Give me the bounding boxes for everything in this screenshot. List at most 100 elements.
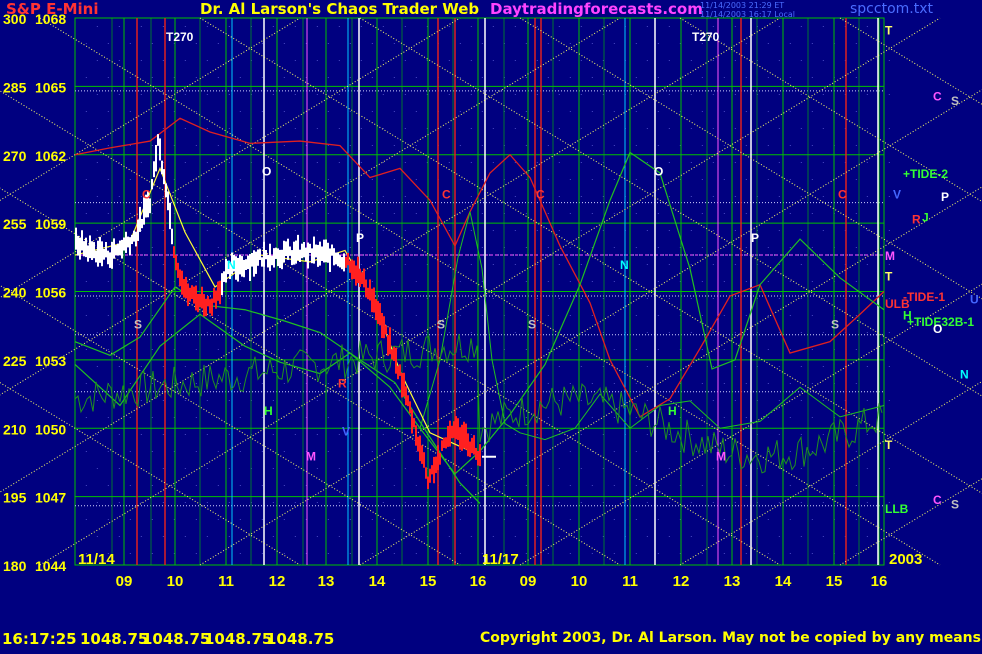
- grid-dot: [272, 162, 274, 163]
- grid-dot: [690, 468, 692, 469]
- grid-dot: [459, 281, 461, 282]
- site-url-link[interactable]: Daytradingforecasts.com: [490, 0, 703, 18]
- grid-dot: [701, 417, 703, 418]
- grid-dot: [239, 281, 241, 282]
- grid-dot: [767, 111, 769, 112]
- grid-dot: [613, 213, 615, 214]
- grid-dot: [327, 179, 329, 180]
- grid-dot: [382, 536, 384, 537]
- grid-dot: [767, 417, 769, 418]
- grid-dot: [723, 417, 725, 418]
- grid-dot: [349, 281, 351, 282]
- grid-dot: [349, 451, 351, 452]
- grid-dot: [723, 77, 725, 78]
- grid-dot: [745, 417, 747, 418]
- grid-dot: [195, 553, 197, 554]
- grid-dot: [789, 349, 791, 350]
- grid-dot: [184, 332, 186, 333]
- x-tick-label: 09: [116, 573, 133, 590]
- grid-dot: [723, 485, 725, 486]
- grid-dot: [85, 417, 87, 418]
- grid-dot: [701, 111, 703, 112]
- grid-dot: [514, 502, 516, 503]
- grid-dot: [580, 196, 582, 197]
- grid-dot: [228, 468, 230, 469]
- update-timestamp-et: 11/14/2003 21:29 ET: [700, 1, 785, 10]
- grid-dot: [206, 60, 208, 61]
- grid-dot: [382, 264, 384, 265]
- grid-dot: [525, 417, 527, 418]
- grid-dot: [569, 281, 571, 282]
- grid-dot: [811, 553, 813, 554]
- grid-dot: [558, 162, 560, 163]
- grid-dot: [206, 230, 208, 231]
- grid-dot: [162, 264, 164, 265]
- grid-dot: [228, 434, 230, 435]
- grid-dot: [591, 553, 593, 554]
- grid-dot: [525, 179, 527, 180]
- grid-dot: [184, 468, 186, 469]
- grid-dot: [635, 77, 637, 78]
- grid-dot: [712, 400, 714, 401]
- grid-dot: [327, 485, 329, 486]
- grid-dot: [591, 145, 593, 146]
- grid-dot: [514, 536, 516, 537]
- grid-dot: [514, 230, 516, 231]
- grid-dot: [580, 332, 582, 333]
- grid-dot: [96, 94, 98, 95]
- grid-dot: [206, 94, 208, 95]
- grid-dot: [613, 145, 615, 146]
- grid-dot: [85, 281, 87, 282]
- grid-dot: [536, 26, 538, 27]
- grid-dot: [206, 434, 208, 435]
- grid-dot: [107, 111, 109, 112]
- grid-dot: [492, 332, 494, 333]
- grid-dot: [217, 349, 219, 350]
- grid-dot: [195, 315, 197, 316]
- grid-dot: [459, 451, 461, 452]
- grid-dot: [327, 383, 329, 384]
- grid-dot: [195, 485, 197, 486]
- grid-dot: [371, 281, 373, 282]
- grid-dot: [162, 94, 164, 95]
- grid-dot: [195, 145, 197, 146]
- grid-dot: [822, 332, 824, 333]
- grid-dot: [712, 536, 714, 537]
- grid-dot: [371, 315, 373, 316]
- grid-dot: [360, 366, 362, 367]
- grid-dot: [481, 417, 483, 418]
- grid-dot: [107, 315, 109, 316]
- y-tick-label-price: 1062: [35, 148, 66, 164]
- grid-dot: [525, 43, 527, 44]
- grid-dot: [558, 264, 560, 265]
- grid-dot: [338, 332, 340, 333]
- chart-annotation: O: [654, 165, 663, 179]
- grid-dot: [525, 315, 527, 316]
- grid-dot: [866, 366, 868, 367]
- grid-dot: [734, 400, 736, 401]
- grid-dot: [140, 162, 142, 163]
- grid-dot: [569, 519, 571, 520]
- grid-dot: [690, 94, 692, 95]
- grid-dot: [723, 213, 725, 214]
- grid-dot: [657, 213, 659, 214]
- grid-dot: [888, 94, 890, 95]
- grid-dot: [569, 485, 571, 486]
- grid-dot: [195, 349, 197, 350]
- grid-dot: [657, 451, 659, 452]
- x-tick-label: 10: [167, 573, 184, 590]
- grid-dot: [646, 434, 648, 435]
- grid-dot: [580, 536, 582, 537]
- grid-dot: [723, 315, 725, 316]
- grid-dot: [118, 128, 120, 129]
- grid-dot: [459, 383, 461, 384]
- grid-dot: [448, 332, 450, 333]
- grid-dot: [778, 502, 780, 503]
- grid-dot: [481, 43, 483, 44]
- grid-dot: [404, 94, 406, 95]
- grid-dot: [558, 468, 560, 469]
- grid-dot: [129, 111, 131, 112]
- grid-dot: [514, 128, 516, 129]
- grid-dot: [668, 332, 670, 333]
- grid-dot: [822, 60, 824, 61]
